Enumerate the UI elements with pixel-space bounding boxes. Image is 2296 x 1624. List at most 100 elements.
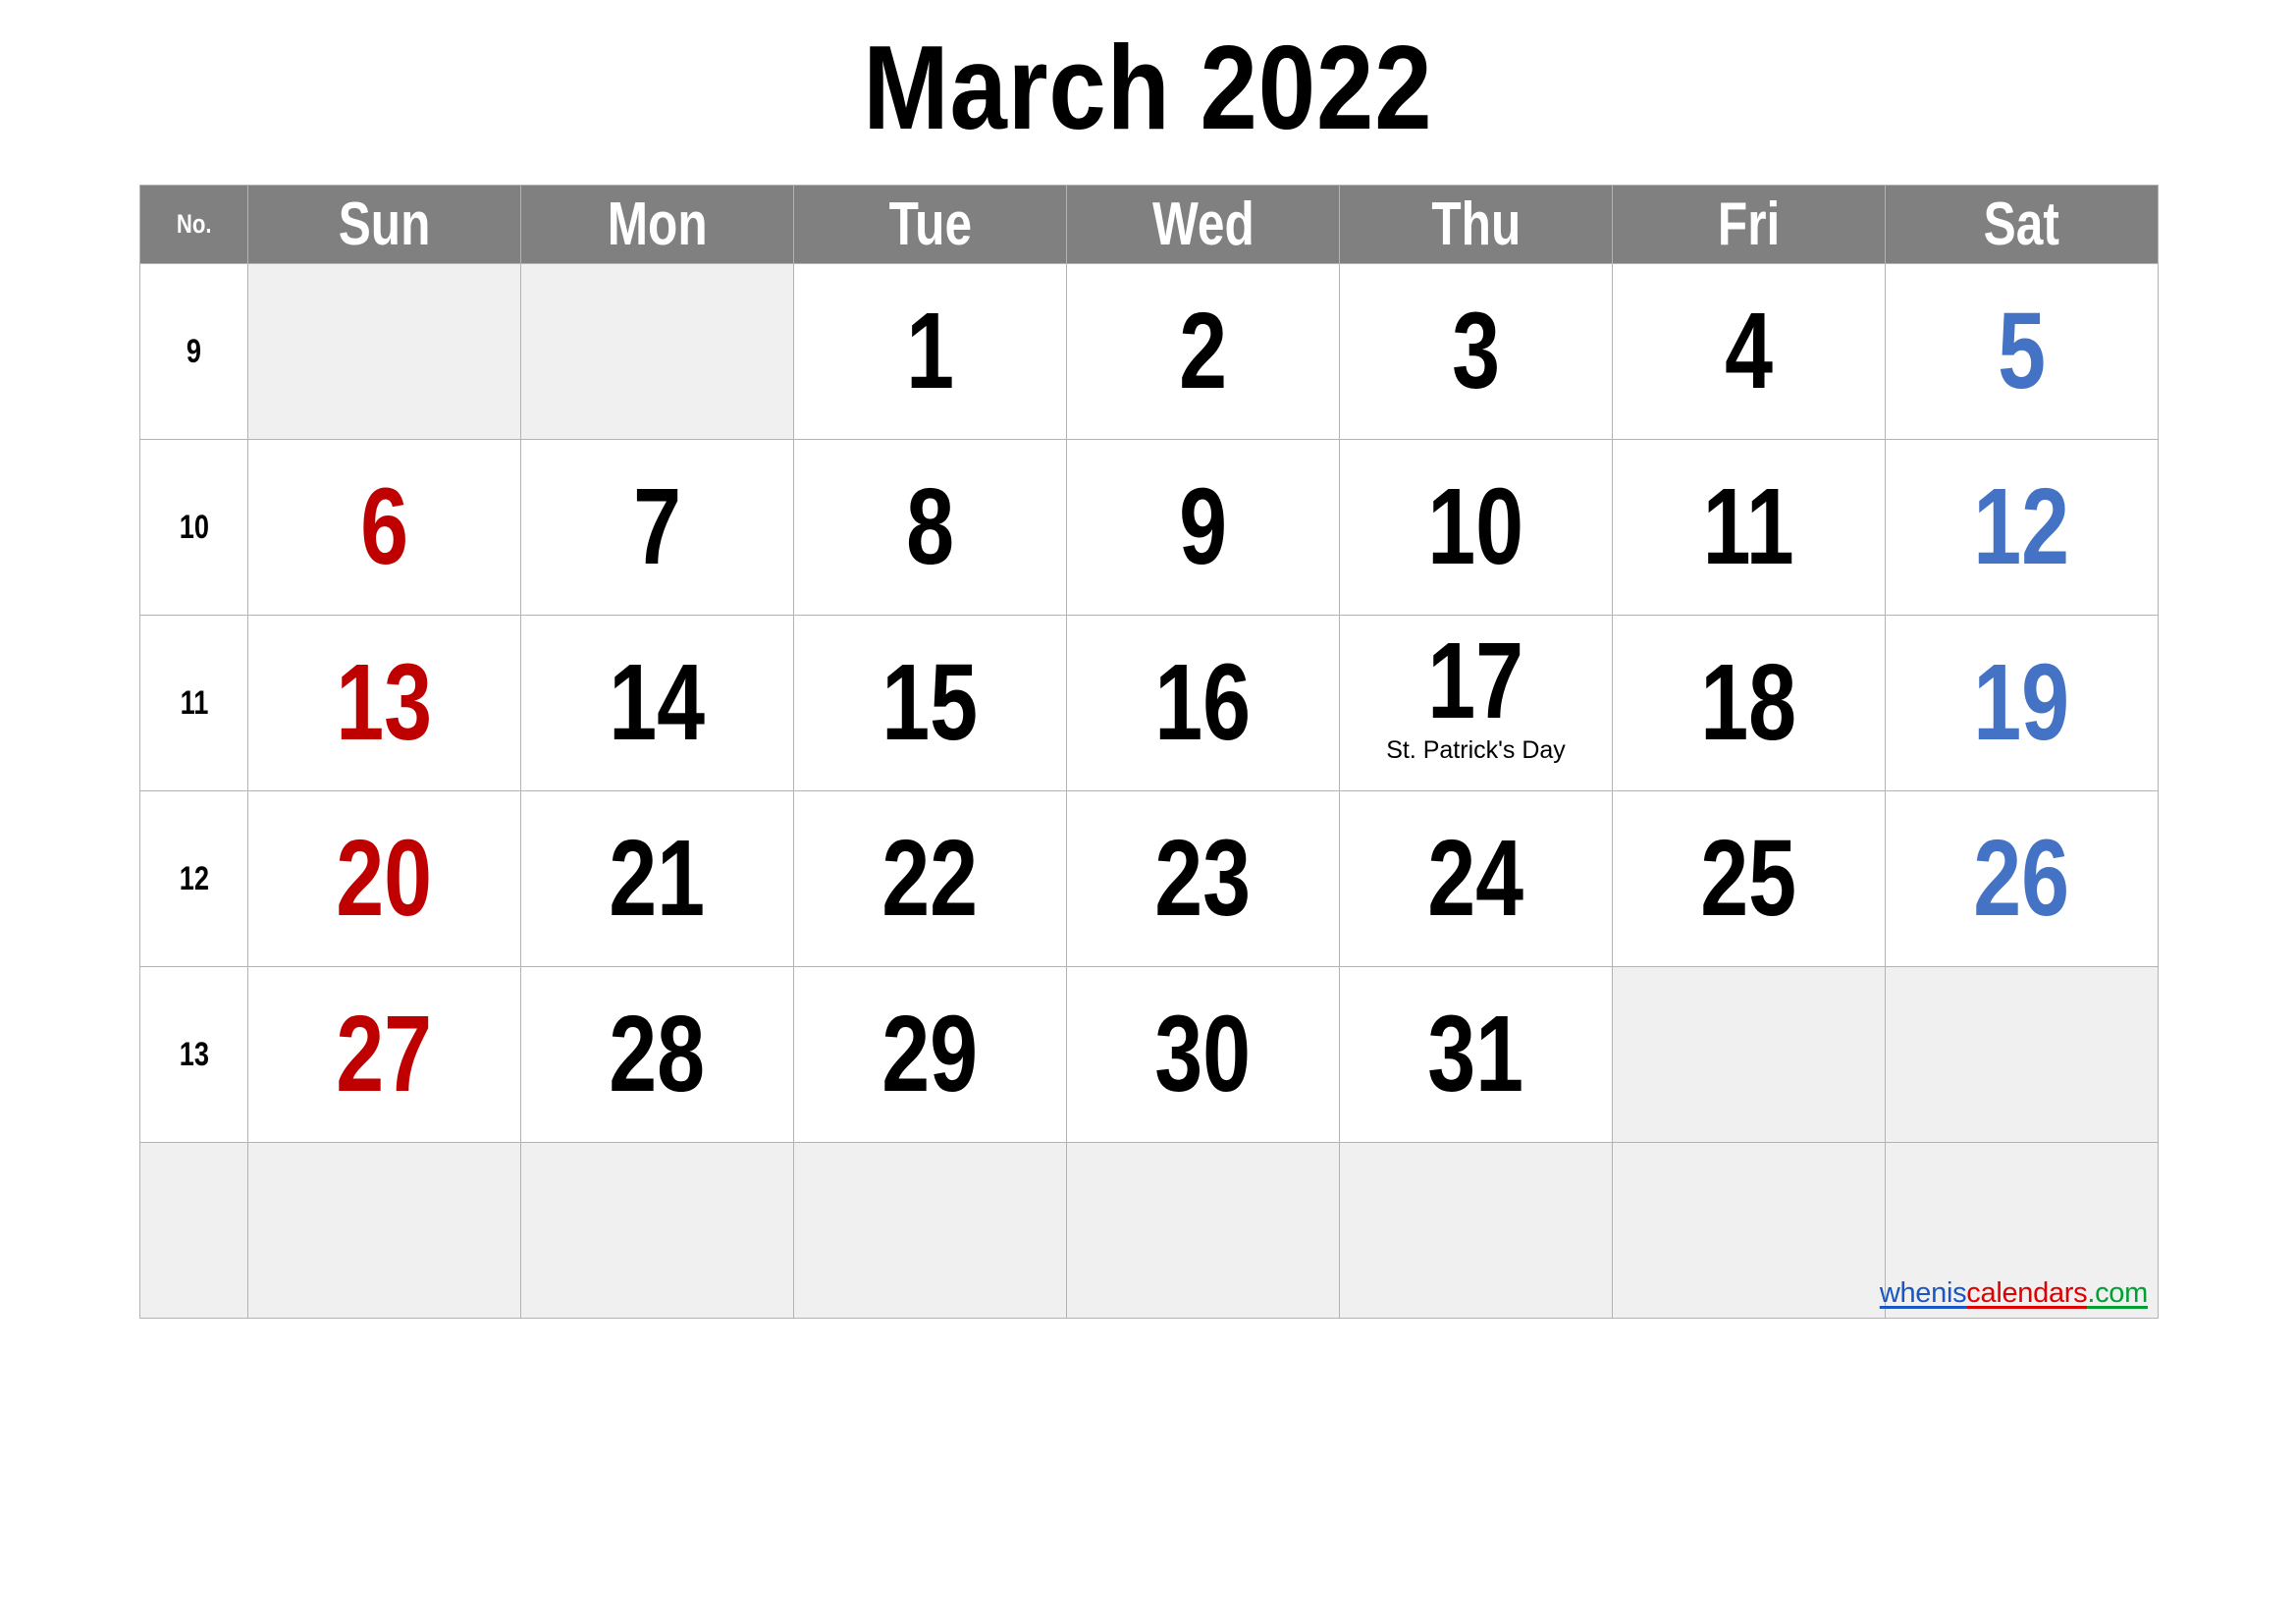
day-number: 16: [1154, 642, 1252, 763]
day-number: 17: [1427, 621, 1524, 742]
day-cell-content: 29: [794, 967, 1066, 1142]
day-cell-mon[interactable]: 28: [520, 966, 794, 1143]
day-cell-sun[interactable]: [247, 263, 521, 440]
day-cell-sat[interactable]: [1885, 966, 2159, 1143]
day-cell-content: 28: [521, 967, 793, 1142]
day-cell-sun[interactable]: [247, 1142, 521, 1319]
day-cell-content: 30: [1067, 967, 1339, 1142]
day-number: 30: [1154, 994, 1252, 1114]
day-number: 8: [906, 466, 954, 587]
day-cell-tue[interactable]: 1: [793, 263, 1067, 440]
day-number: 10: [1427, 466, 1524, 587]
day-cell-content: 22: [794, 791, 1066, 966]
header-day-fri: Fri: [1612, 185, 1886, 264]
day-cell-content: 24: [1340, 791, 1612, 966]
day-number: 18: [1700, 642, 1797, 763]
day-cell-content: 12: [1886, 440, 2158, 615]
day-number: 12: [1973, 466, 2070, 587]
calendar-week-row: 11 13 14 15 16 17 St. Patrick's Day 18 19: [139, 615, 2159, 791]
day-cell-mon[interactable]: 14: [520, 615, 794, 791]
day-number: 24: [1427, 818, 1524, 939]
day-number: 29: [881, 994, 979, 1114]
header-row: No. Sun Mon Tue Wed Thu Fri Sat: [139, 185, 2159, 264]
day-cell-sun[interactable]: 20: [247, 790, 521, 967]
day-cell-content: 6: [248, 440, 520, 615]
day-cell-wed[interactable]: 23: [1066, 790, 1340, 967]
week-number-label: 10: [179, 508, 209, 546]
day-cell-thu[interactable]: 3: [1339, 263, 1613, 440]
day-cell-tue[interactable]: 15: [793, 615, 1067, 791]
day-cell-tue[interactable]: 22: [793, 790, 1067, 967]
header-day-label: Thu: [1431, 189, 1521, 258]
day-number: 14: [609, 642, 706, 763]
day-cell-fri[interactable]: 4: [1612, 263, 1886, 440]
day-cell-sun[interactable]: 27: [247, 966, 521, 1143]
day-cell-content: 9: [1067, 440, 1339, 615]
calendar-header: No. Sun Mon Tue Wed Thu Fri Sat: [139, 185, 2159, 264]
day-cell-sat[interactable]: 5: [1885, 263, 2159, 440]
day-cell-sat[interactable]: 26: [1885, 790, 2159, 967]
day-cell-fri[interactable]: [1612, 1142, 1886, 1319]
day-cell-content: 26: [1886, 791, 2158, 966]
header-day-thu: Thu: [1339, 185, 1613, 264]
calendar-week-row: 12 20 21 22 23 24 25 26: [139, 790, 2159, 967]
day-cell-content: 25: [1613, 791, 1885, 966]
day-cell-thu[interactable]: 10: [1339, 439, 1613, 616]
day-cell-wed[interactable]: 16: [1066, 615, 1340, 791]
week-number-cell: 9: [139, 263, 248, 440]
day-number: 5: [1998, 291, 2046, 411]
day-cell-content: [1886, 967, 2158, 1142]
day-cell-mon[interactable]: 21: [520, 790, 794, 967]
day-cell-content: 13: [248, 616, 520, 790]
day-cell-fri[interactable]: [1612, 966, 1886, 1143]
day-cell-content: [1613, 967, 1885, 1142]
day-cell-content: 3: [1340, 264, 1612, 439]
page-title: March 2022: [863, 21, 1433, 154]
day-number: 26: [1973, 818, 2070, 939]
day-number: 21: [609, 818, 706, 939]
day-cell-tue[interactable]: [793, 1142, 1067, 1319]
day-cell-tue[interactable]: 29: [793, 966, 1067, 1143]
day-cell-tue[interactable]: 8: [793, 439, 1067, 616]
day-cell-sat[interactable]: 19: [1885, 615, 2159, 791]
day-cell-content: 1: [794, 264, 1066, 439]
day-cell-thu[interactable]: 17 St. Patrick's Day: [1339, 615, 1613, 791]
header-day-mon: Mon: [520, 185, 794, 264]
day-cell-fri[interactable]: 11: [1612, 439, 1886, 616]
day-cell-fri[interactable]: 18: [1612, 615, 1886, 791]
day-number: 4: [1725, 291, 1773, 411]
header-day-tue: Tue: [793, 185, 1067, 264]
day-cell-wed[interactable]: 30: [1066, 966, 1340, 1143]
calendar-week-row: 9 1 2 3 4 5: [139, 263, 2159, 440]
day-cell-wed[interactable]: 9: [1066, 439, 1340, 616]
day-cell-thu[interactable]: 24: [1339, 790, 1613, 967]
day-number: 7: [633, 466, 681, 587]
day-cell-content: [248, 264, 520, 439]
day-cell-mon[interactable]: [520, 263, 794, 440]
day-cell-content: 19: [1886, 616, 2158, 790]
day-cell-sat[interactable]: 12: [1885, 439, 2159, 616]
day-cell-sat[interactable]: wheniscalendars.com: [1880, 1142, 2159, 1319]
day-cell-mon[interactable]: [520, 1142, 794, 1319]
day-cell-content: 15: [794, 616, 1066, 790]
day-cell-thu[interactable]: 31: [1339, 966, 1613, 1143]
day-cell-wed[interactable]: 2: [1066, 263, 1340, 440]
day-cell-sun[interactable]: 13: [247, 615, 521, 791]
holiday-label: St. Patrick's Day: [1386, 736, 1566, 765]
day-number: 9: [1179, 466, 1227, 587]
day-cell-content: 8: [794, 440, 1066, 615]
day-number: 28: [609, 994, 706, 1114]
day-cell-thu[interactable]: [1339, 1142, 1613, 1319]
day-cell-sun[interactable]: 6: [247, 439, 521, 616]
day-cell-content: [1340, 1143, 1612, 1318]
site-watermark[interactable]: wheniscalendars.com: [1880, 1277, 2148, 1310]
day-cell-mon[interactable]: 7: [520, 439, 794, 616]
week-number-label: 11: [180, 683, 208, 722]
day-cell-content: 18: [1613, 616, 1885, 790]
day-cell-content: [1613, 1143, 1885, 1318]
day-cell-fri[interactable]: 25: [1612, 790, 1886, 967]
calendar-table: No. Sun Mon Tue Wed Thu Fri Sat 9 1 2 3 …: [139, 185, 2159, 1319]
day-cell-wed[interactable]: [1066, 1142, 1340, 1319]
day-cell-content: 20: [248, 791, 520, 966]
calendar-week-row: wheniscalendars.com: [139, 1142, 2159, 1319]
